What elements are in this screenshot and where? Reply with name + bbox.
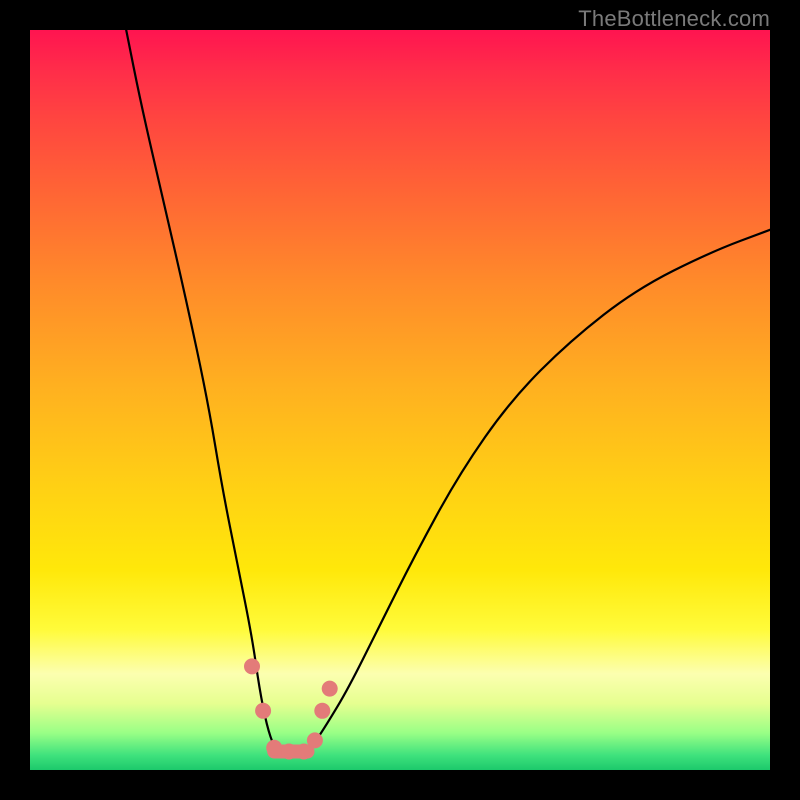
marker-dot	[255, 703, 271, 719]
marker-dot	[281, 744, 297, 760]
chart-svg	[30, 30, 770, 770]
marker-dot	[266, 740, 282, 756]
marker-dot	[307, 732, 323, 748]
bottleneck-curve	[126, 30, 770, 755]
marker-dot	[244, 658, 260, 674]
chart-frame: TheBottleneck.com	[0, 0, 800, 800]
plot-area	[30, 30, 770, 770]
marker-dot	[322, 681, 338, 697]
watermark-text: TheBottleneck.com	[578, 6, 770, 32]
marker-dot	[314, 703, 330, 719]
